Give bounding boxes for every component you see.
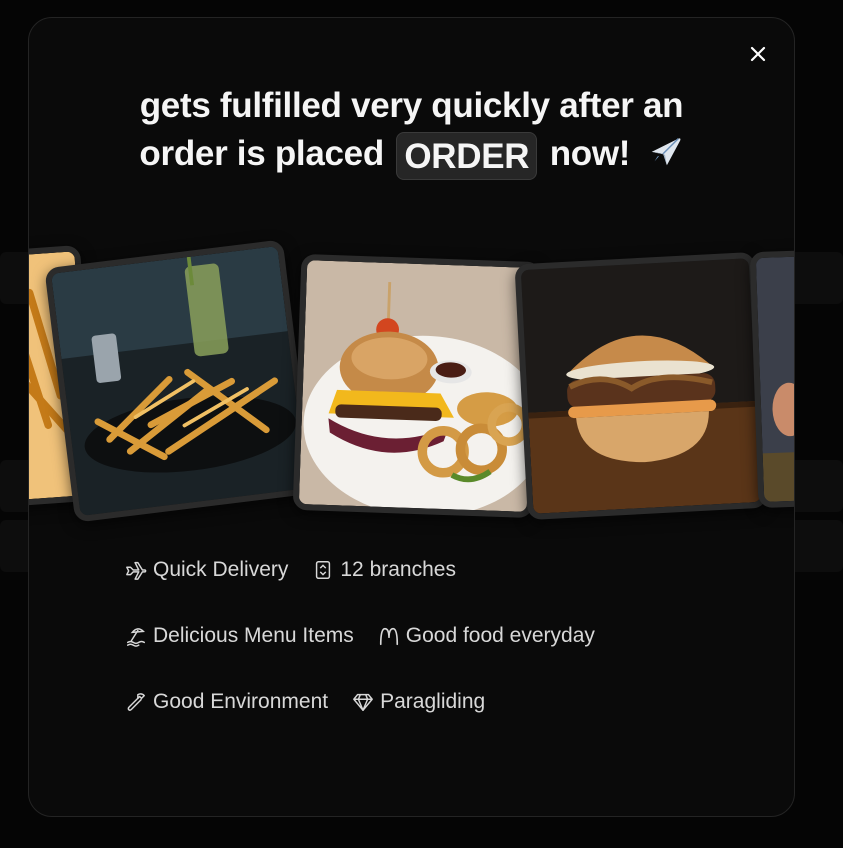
headline-text-pre: order is placed [139,134,384,173]
modal-headline: gets fulfilled very quickly after an ord… [29,82,794,182]
beach-icon [127,628,145,647]
food-gallery [29,233,794,533]
plane-icon [126,561,147,580]
close-icon [750,46,766,62]
gallery-image-french-fries [44,239,314,523]
features-row: Quick Delivery 12 branches [125,558,595,624]
feature-good-environment: Good Environment [125,690,328,714]
feature-paragliding: Paragliding [352,690,485,714]
feature-branches: 12 branches [312,558,456,582]
feature-quick-delivery: Quick Delivery [125,558,288,582]
wrench-icon [127,693,145,711]
feature-label: Delicious Menu Items [153,624,354,647]
headline-line-1: gets fulfilled very quickly after an [139,86,684,125]
order-highlight: ORDER [396,131,538,180]
feature-label: Good food everyday [405,624,595,647]
headline-line-2: order is placed ORDER now! [29,130,794,182]
features-list: Quick Delivery 12 branches Delicious Men… [125,558,595,756]
gallery-image-cheeseburger [514,251,768,521]
mcdonalds-icon [379,627,398,646]
airplane-icon [646,131,684,182]
elevator-icon [316,561,331,579]
order-modal: gets fulfilled very quickly after an ord… [28,17,795,817]
feature-delicious-menu: Delicious Menu Items [125,624,354,648]
diamond-icon [353,693,374,711]
features-row: Delicious Menu Items Good food everyday [125,624,595,690]
feature-label: 12 branches [340,558,456,581]
feature-label: Paragliding [380,690,486,713]
features-row: Good Environment Paragliding [125,690,595,756]
headline-text-post: now! [549,134,631,173]
feature-label: Quick Delivery [153,558,289,581]
gallery-image-person-partial [749,243,794,509]
gallery-image-burger-onion-rings [292,253,542,519]
feature-label: Good Environment [153,690,329,713]
close-button[interactable] [748,44,768,64]
feature-good-food: Good food everyday [378,624,595,648]
